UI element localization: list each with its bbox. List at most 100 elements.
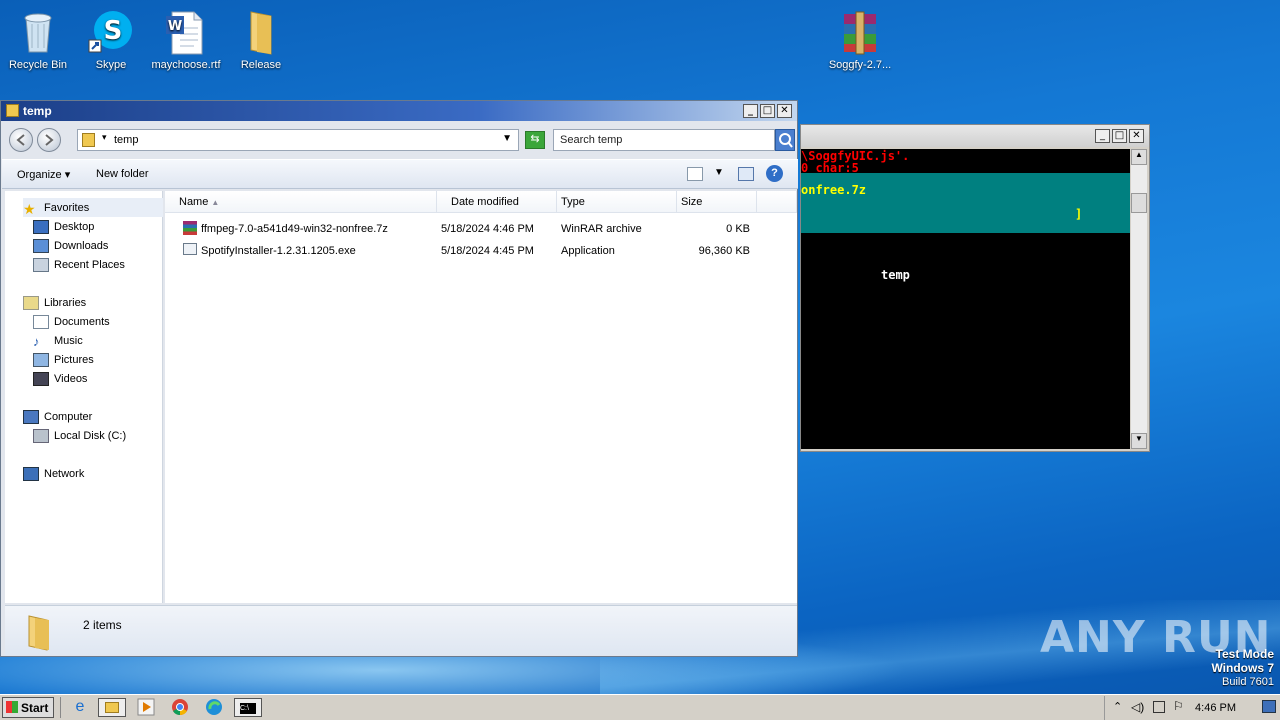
chevron-down-icon[interactable]: ▼	[714, 167, 724, 178]
view-options-icon[interactable]	[687, 167, 703, 181]
chevron-down-icon[interactable]: ▼	[502, 133, 512, 144]
recycle-bin-icon	[14, 8, 62, 56]
search-icon[interactable]	[775, 129, 795, 151]
console-window[interactable]: _ □ ✕ \SoggfyUIC.js'. 0 char:5 onfree.7z…	[800, 124, 1150, 452]
nav-favorites[interactable]: ★ Favorites	[23, 198, 163, 217]
nav-pictures[interactable]: Pictures	[33, 350, 94, 369]
desktop-icon-recycle-bin[interactable]: Recycle Bin	[0, 2, 76, 71]
column-header-size[interactable]: Size	[677, 191, 757, 213]
console-output[interactable]: \SoggfyUIC.js'. 0 char:5 onfree.7z ] tem…	[801, 149, 1130, 449]
chrome-icon[interactable]	[171, 698, 191, 717]
edge-icon[interactable]	[205, 698, 225, 717]
music-icon: ♪	[33, 333, 40, 349]
console-line: temp	[881, 268, 910, 282]
column-label: Name	[179, 196, 209, 208]
start-button[interactable]: Start	[2, 697, 54, 718]
refresh-icon[interactable]: ⇆	[525, 131, 545, 149]
maximize-button[interactable]: □	[760, 104, 775, 118]
console-titlebar[interactable]: _ □ ✕	[801, 125, 1149, 147]
address-bar-row: ▾ temp ▼ ⇆ Search temp	[5, 125, 795, 155]
scroll-down-icon[interactable]: ▼	[1131, 433, 1147, 449]
breadcrumb-arrow-icon[interactable]: ▾	[102, 132, 107, 143]
column-header-type[interactable]: Type	[557, 191, 677, 213]
application-icon	[183, 243, 197, 255]
console-line: ]	[1075, 207, 1083, 221]
table-row[interactable]: SpotifyInstaller-1.2.31.1205.exe 5/18/20…	[179, 241, 779, 261]
column-header-name[interactable]: Name ▲	[165, 191, 437, 213]
explorer-titlebar[interactable]: temp _ □ ✕	[1, 101, 797, 121]
computer-icon	[23, 409, 39, 424]
nav-videos[interactable]: Videos	[33, 369, 87, 388]
show-hidden-icons-icon[interactable]: ⌃	[1113, 700, 1122, 713]
nav-local-disk[interactable]: Local Disk (C:)	[33, 426, 126, 445]
downloads-icon	[33, 238, 49, 253]
internet-explorer-icon[interactable]: e	[70, 698, 90, 717]
desktop-icon-label: maychoose.rtf	[151, 59, 221, 71]
nav-label: Libraries	[44, 296, 87, 309]
scrollbar-thumb[interactable]	[1131, 193, 1147, 213]
preview-pane-icon[interactable]	[738, 167, 754, 181]
desktop-icon-skype[interactable]: S Skype	[73, 2, 149, 71]
organize-button[interactable]: Organize ▾	[17, 168, 70, 181]
windows-logo-icon	[6, 701, 18, 713]
close-button[interactable]: ✕	[777, 104, 792, 118]
svg-text:W: W	[168, 19, 182, 34]
test-mode-line3: Build 7601	[1222, 676, 1274, 688]
nav-documents[interactable]: Documents	[33, 312, 110, 331]
nav-libraries[interactable]: Libraries	[23, 293, 86, 312]
winrar-archive-icon	[183, 221, 197, 235]
console-line: onfree.7z	[801, 183, 867, 197]
maximize-button[interactable]: □	[1112, 129, 1127, 143]
media-player-icon[interactable]	[137, 698, 157, 717]
nav-label: Pictures	[54, 353, 94, 366]
window-title: temp	[23, 104, 52, 118]
show-desktop-icon[interactable]	[1262, 700, 1276, 713]
file-size: 0 KB	[726, 223, 750, 235]
file-size: 96,360 KB	[698, 245, 750, 257]
address-text: temp	[114, 134, 139, 146]
nav-music[interactable]: ♪ Music	[33, 331, 83, 350]
console-taskbar-button[interactable]: C:\	[234, 698, 262, 717]
nav-label: Videos	[54, 372, 88, 385]
help-icon[interactable]: ?	[766, 165, 783, 182]
minimize-button[interactable]: _	[1095, 129, 1110, 143]
minimize-button[interactable]: _	[743, 104, 758, 118]
desktop-icon-label: Skype	[95, 59, 127, 71]
organize-label: Organize	[17, 169, 62, 181]
explorer-window[interactable]: temp _ □ ✕ ▾ temp ▼ ⇆ Search temp Organi…	[0, 100, 798, 657]
nav-network[interactable]: Network	[23, 464, 84, 483]
desktop-icon-soggfy[interactable]: Soggfy-2.7...	[822, 2, 898, 71]
forward-button[interactable]	[37, 128, 61, 152]
folder-icon	[105, 702, 119, 713]
speaker-icon[interactable]: ◁)	[1131, 700, 1144, 714]
nav-recent-places[interactable]: Recent Places	[33, 255, 125, 274]
nav-desktop[interactable]: Desktop	[33, 217, 94, 236]
nav-computer[interactable]: Computer	[23, 407, 92, 426]
desktop-icon-maychoose-rtf[interactable]: W maychoose.rtf	[148, 2, 224, 71]
desktop-icon	[33, 219, 49, 234]
scroll-up-icon[interactable]: ▲	[1131, 149, 1147, 165]
nav-label: Computer	[44, 410, 93, 423]
column-header-date[interactable]: Date modified	[437, 191, 557, 213]
address-box[interactable]: ▾ temp ▼	[77, 129, 519, 151]
nav-label: Documents	[54, 315, 110, 328]
network-status-icon[interactable]	[1153, 701, 1165, 713]
taskbar: Start e C:\ ⌃ ◁) ⚐ 4:46 PM	[0, 694, 1280, 720]
command-toolbar: Organize ▾ New folder ▼ ?	[2, 159, 798, 189]
recent-places-icon	[33, 257, 49, 272]
folder-icon	[237, 8, 285, 56]
action-center-flag-icon[interactable]: ⚐	[1173, 699, 1184, 713]
new-folder-button[interactable]: New folder	[96, 168, 149, 180]
back-button[interactable]	[9, 128, 33, 152]
console-scrollbar[interactable]: ▲ ▼	[1131, 149, 1147, 449]
taskbar-separator	[60, 697, 61, 718]
taskbar-clock[interactable]: 4:46 PM	[1195, 702, 1236, 714]
desktop-icon-release[interactable]: Release	[223, 2, 299, 71]
word-document-icon: W	[162, 8, 210, 56]
explorer-taskbar-button[interactable]	[98, 698, 126, 717]
table-row[interactable]: ffmpeg-7.0-a541d49-win32-nonfree.7z 5/18…	[179, 219, 779, 239]
nav-downloads[interactable]: Downloads	[33, 236, 108, 255]
search-input[interactable]: Search temp	[553, 129, 775, 151]
close-button[interactable]: ✕	[1129, 129, 1144, 143]
documents-icon	[33, 314, 49, 329]
